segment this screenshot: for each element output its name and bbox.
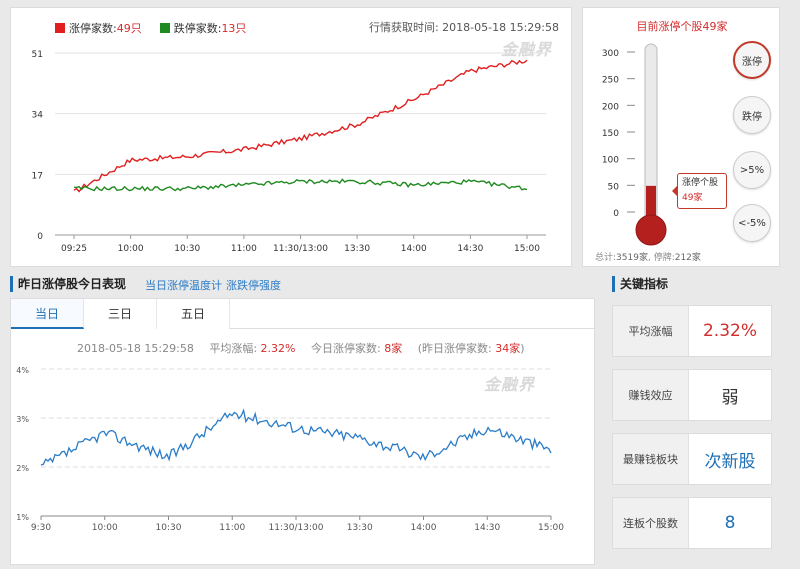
below-minus-5pct-button[interactable]: <-5% — [733, 204, 771, 242]
x-tick-label: 09:25 — [61, 244, 87, 254]
indicator-value: 8 — [724, 513, 736, 533]
x-tick-label: 13:30 — [347, 523, 373, 533]
thermometer-tooltip: 涨停个股 49家 — [672, 173, 727, 209]
y-tick-label: 51 — [32, 50, 43, 60]
key-indicators-title: 关键指标 — [612, 276, 668, 292]
series-line-limit-down — [73, 178, 528, 192]
page-root: 涨停家数:49只 跌停家数:13只 行情获取时间: 2018-05-18 15:… — [0, 0, 800, 569]
x-tick-label: 10:00 — [118, 244, 144, 254]
y-tick-label: 3% — [16, 415, 29, 424]
scale-label: 50 — [608, 182, 620, 192]
scale-label: 150 — [602, 129, 619, 139]
thermometer-footer: 总计:3519家, 停牌:212家 — [595, 253, 701, 263]
x-tick-label: 15:00 — [538, 523, 564, 533]
x-tick-label: 15:00 — [514, 244, 540, 254]
y-tick-label: 17 — [32, 171, 43, 181]
indicator-value: 2.32% — [702, 321, 757, 341]
indicator-profit-effect: 赚钱效应 弱 — [612, 369, 772, 421]
top-line-chart: 51 34 17 0 09:25 10:00 10:30 11:00 11:30/13:00 13… — [32, 50, 546, 254]
y-tick-label: 34 — [32, 111, 44, 121]
thermometer-link[interactable]: 当日涨停温度计 — [145, 277, 222, 293]
scale-label: 300 — [602, 49, 619, 59]
indicator-label: 平均涨幅 — [613, 306, 689, 356]
halt-label: 停牌: — [653, 253, 675, 263]
indicator-best-sector: 最赚钱板块 次新股 — [612, 433, 772, 485]
indicator-avg-gain: 平均涨幅 2.32% — [612, 305, 772, 357]
y-tick-label: 0 — [37, 232, 43, 242]
series-line-limit-up — [73, 59, 528, 193]
indicator-value: 弱 — [721, 387, 739, 408]
y-tick-label: 4% — [16, 366, 29, 375]
x-tick-label: 11:30/13:00 — [269, 523, 324, 533]
yesterday-limit-up-performance-panel: 当日 三日 五日 2018-05-18 15:29:58 平均涨幅: 2.32%… — [10, 298, 595, 565]
x-tick-label: 13:30 — [344, 244, 370, 254]
limit-down-button[interactable]: 跌停 — [733, 96, 771, 134]
x-tick-label: 14:00 — [401, 244, 427, 254]
indicator-label: 最赚钱板块 — [613, 434, 689, 484]
x-tick-label: 10:00 — [92, 523, 118, 533]
limit-up-count-chart-panel: 涨停家数:49只 跌停家数:13只 行情获取时间: 2018-05-18 15:… — [10, 7, 572, 267]
series-line-avg-gain — [40, 408, 552, 466]
scale-label: 250 — [602, 76, 619, 86]
total-label: 总计: — [595, 253, 617, 263]
scale-label: 0 — [613, 209, 619, 219]
x-tick-label: 10:30 — [174, 244, 200, 254]
scale-label: 200 — [602, 102, 619, 112]
y-tick-label: 1% — [16, 513, 29, 522]
x-tick-label: 10:30 — [156, 523, 182, 533]
halt-value: 212家 — [674, 253, 701, 263]
x-tick-label: 11:00 — [231, 244, 257, 254]
strength-link[interactable]: 涨跌停强度 — [226, 277, 281, 293]
thermometer-graphic: 300 250 200 150 100 50 0 — [602, 43, 667, 246]
scale-label: 100 — [602, 156, 619, 166]
x-tick-label: 14:30 — [474, 523, 500, 533]
x-tick-label: 9:30 — [31, 523, 51, 533]
y-tick-label: 2% — [16, 464, 29, 473]
bottom-line-chart: 4% 3% 2% 1%9:30 10:00 10:30 11:00 11:30/13:00 13… — [16, 366, 564, 533]
above-5pct-button[interactable]: >5% — [733, 151, 771, 189]
tooltip-label: 涨停个股 — [682, 178, 719, 188]
tooltip-value: 49家 — [682, 193, 703, 203]
thermometer-panel: 目前涨停个股49家 300 250 200 150 100 50 0 涨停个股 49家 涨停… — [582, 7, 780, 267]
indicator-label: 连板个股数 — [613, 498, 689, 548]
x-tick-label: 11:00 — [219, 523, 245, 533]
x-tick-label: 11:30/13:00 — [273, 244, 328, 254]
thermometer-bulb — [635, 214, 667, 246]
limit-up-button[interactable]: 涨停 — [733, 41, 771, 79]
x-tick-label: 14:00 — [411, 523, 437, 533]
section-title: 昨日涨停股今日表现 — [10, 276, 126, 292]
x-tick-label: 14:30 — [457, 244, 483, 254]
indicator-label: 赚钱效应 — [613, 370, 689, 420]
indicator-value: 次新股 — [704, 451, 756, 472]
indicator-consecutive-count: 连板个股数 8 — [612, 497, 772, 549]
total-value: 3519家 — [616, 253, 648, 263]
